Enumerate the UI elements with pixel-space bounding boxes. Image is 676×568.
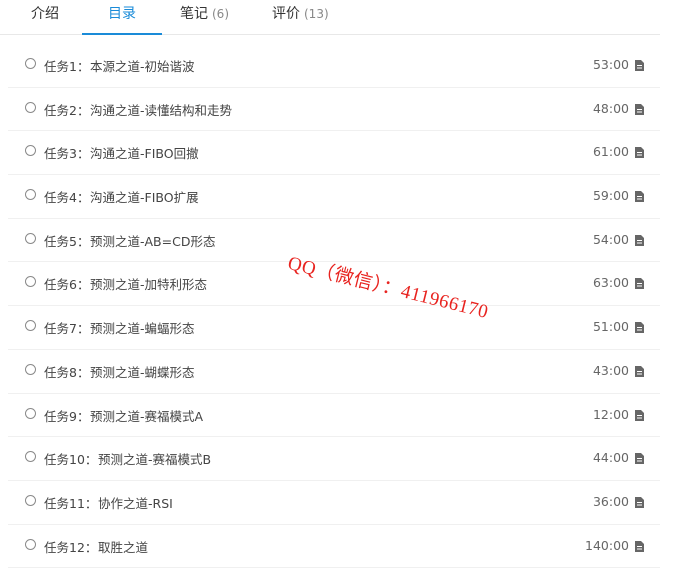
- document-icon[interactable]: [635, 322, 644, 334]
- tab-bar: 介绍 目录 笔记 (6) 评价 (13): [0, 0, 660, 35]
- task-duration: 63:00: [592, 275, 629, 291]
- task-label: 任务10：: [44, 452, 98, 468]
- circle-outline-icon: [25, 451, 36, 463]
- circle-outline-icon: [25, 494, 36, 506]
- task-title[interactable]: 沟通之道-FIBO扩展: [90, 187, 199, 206]
- task-label: 任务2：: [44, 102, 90, 118]
- task-label: 任务8：: [44, 364, 90, 380]
- circle-outline-icon: [25, 538, 36, 550]
- circle-outline-icon: [25, 276, 36, 288]
- tab-reviews[interactable]: 评价 (13): [272, 0, 329, 34]
- circle-outline-icon: [25, 145, 36, 157]
- task-row[interactable]: 任务11： 协作之道-RSI 36:00: [8, 481, 660, 525]
- task-duration: 43:00: [592, 362, 629, 378]
- circle-outline-icon: [25, 232, 36, 244]
- circle-outline-icon: [25, 320, 36, 332]
- task-label: 任务6：: [44, 277, 90, 293]
- document-icon[interactable]: [635, 409, 644, 421]
- task-label: 任务7：: [44, 321, 90, 337]
- task-title[interactable]: 沟通之道-FIBO回撤: [90, 143, 199, 162]
- tab-notes-label: 笔记: [180, 6, 208, 22]
- circle-outline-icon: [25, 58, 36, 69]
- tab-catalog-label: 目录: [108, 6, 136, 22]
- circle-outline-icon: [25, 101, 36, 113]
- task-duration: 48:00: [592, 100, 629, 116]
- document-icon[interactable]: [635, 147, 644, 159]
- task-row[interactable]: 任务1： 本源之道-初始谐波 53:00: [8, 44, 660, 88]
- task-duration: 44:00: [592, 450, 629, 466]
- task-title[interactable]: 预测之道-赛福模式B: [98, 449, 211, 468]
- tab-notes[interactable]: 笔记 (6): [180, 0, 229, 34]
- task-title[interactable]: 预测之道-蝴蝶形态: [90, 362, 195, 381]
- task-duration: 36:00: [592, 493, 629, 509]
- circle-outline-icon: [25, 189, 36, 201]
- task-row[interactable]: 任务12： 取胜之道 140:00: [8, 525, 660, 568]
- task-title[interactable]: 预测之道-蝙蝠形态: [90, 318, 195, 337]
- task-row[interactable]: 任务8： 预测之道-蝴蝶形态 43:00: [8, 350, 660, 394]
- task-title[interactable]: 本源之道-初始谐波: [90, 56, 195, 75]
- document-icon[interactable]: [635, 278, 644, 290]
- tab-reviews-label: 评价: [272, 6, 300, 22]
- document-icon[interactable]: [635, 453, 644, 465]
- task-duration: 51:00: [592, 319, 629, 335]
- document-icon[interactable]: [635, 234, 644, 246]
- tab-catalog[interactable]: 目录: [82, 0, 162, 35]
- task-row[interactable]: 任务9： 预测之道-赛福模式A 12:00: [8, 394, 660, 438]
- task-row[interactable]: 任务5： 预测之道-AB=CD形态 54:00: [8, 219, 660, 263]
- task-label: 任务3：: [44, 146, 90, 162]
- task-label: 任务9：: [44, 408, 90, 424]
- task-duration: 59:00: [592, 188, 629, 204]
- task-title[interactable]: 协作之道-RSI: [98, 493, 173, 512]
- tab-notes-count: (6): [212, 7, 229, 21]
- document-icon[interactable]: [635, 365, 644, 377]
- document-icon[interactable]: [635, 60, 644, 71]
- document-icon[interactable]: [635, 496, 644, 508]
- task-duration: 53:00: [592, 57, 629, 72]
- task-label: 任务4：: [44, 190, 90, 206]
- tab-reviews-count: (13): [304, 7, 329, 21]
- circle-outline-icon: [25, 407, 36, 419]
- task-label: 任务5：: [44, 233, 90, 249]
- task-duration: 54:00: [592, 231, 629, 247]
- tab-intro[interactable]: 介绍: [31, 0, 59, 34]
- task-title[interactable]: 预测之道-加特利形态: [90, 274, 207, 293]
- task-duration: 61:00: [592, 144, 629, 160]
- circle-outline-icon: [25, 363, 36, 375]
- task-row[interactable]: 任务4： 沟通之道-FIBO扩展 59:00: [8, 175, 660, 219]
- task-row[interactable]: 任务2： 沟通之道-读懂结构和走势 48:00: [8, 88, 660, 132]
- document-icon[interactable]: [635, 103, 644, 115]
- task-title[interactable]: 沟通之道-读懂结构和走势: [90, 100, 232, 119]
- task-row[interactable]: 任务3： 沟通之道-FIBO回撤 61:00: [8, 131, 660, 176]
- task-title[interactable]: 取胜之道: [98, 537, 148, 556]
- task-duration: 12:00: [592, 406, 629, 422]
- task-duration: 140:00: [585, 537, 629, 553]
- task-row[interactable]: 任务7： 预测之道-蝙蝠形态 51:00: [8, 306, 660, 350]
- task-row[interactable]: 任务10： 预测之道-赛福模式B 44:00: [8, 437, 660, 481]
- task-label: 任务1：: [44, 59, 90, 74]
- task-title[interactable]: 预测之道-AB=CD形态: [90, 231, 215, 250]
- task-label: 任务12：: [44, 539, 98, 555]
- document-icon[interactable]: [635, 191, 644, 203]
- task-list: 任务1： 本源之道-初始谐波 53:00 任务2： 沟通之道-读懂结构和走势 48:00 任…: [8, 44, 660, 568]
- task-label: 任务11：: [44, 495, 98, 511]
- task-title[interactable]: 预测之道-赛福模式A: [90, 406, 203, 425]
- tab-intro-label: 介绍: [31, 6, 59, 22]
- document-icon[interactable]: [635, 540, 644, 552]
